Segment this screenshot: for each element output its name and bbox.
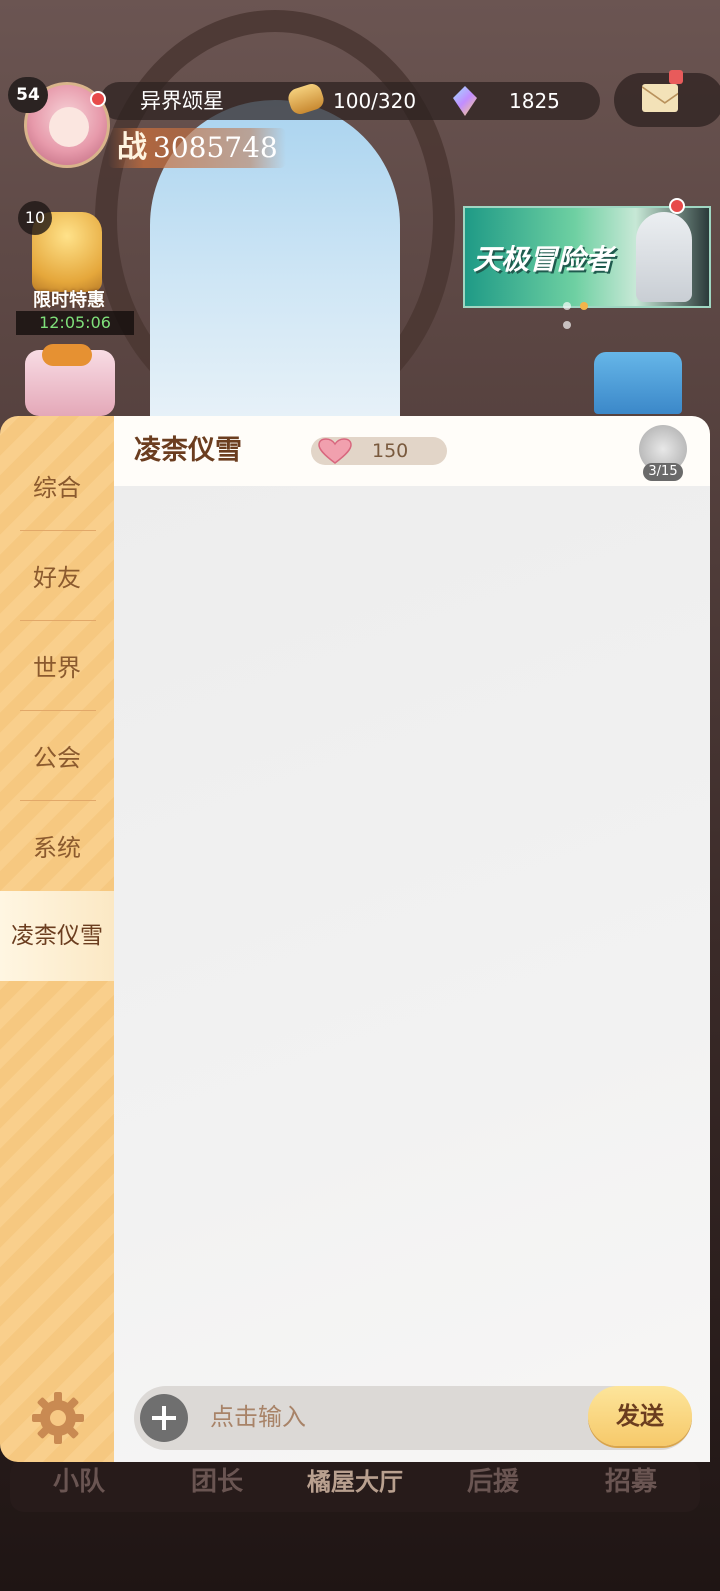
tab-divider <box>20 530 96 531</box>
settings-gear-icon[interactable] <box>30 1390 86 1446</box>
banner-dot[interactable] <box>563 321 571 329</box>
mail-icon <box>642 84 678 112</box>
tab-guild[interactable]: 公会 <box>0 713 114 803</box>
chat-title: 凌柰仪雪 <box>134 435 242 466</box>
bottom-nav: 小队 团长 橘屋大厅 后援 招募 <box>10 1460 700 1512</box>
tab-system[interactable]: 系统 <box>0 803 114 893</box>
cat-gift-box-icon[interactable] <box>594 352 682 414</box>
chat-input-placeholder[interactable]: 点击输入 <box>210 1400 306 1434</box>
tab-private-chat[interactable]: 凌柰仪雪 <box>0 891 124 981</box>
mail-gift-icon <box>669 70 683 84</box>
add-attachment-button[interactable] <box>140 1394 188 1442</box>
tab-divider <box>20 620 96 621</box>
limited-offer-label[interactable]: 限时特惠 <box>20 286 118 312</box>
nav-item-leader[interactable]: 团长 <box>148 1460 286 1512</box>
limited-offer-timer: 12:05:06 <box>16 311 134 335</box>
nav-item-support[interactable]: 后援 <box>424 1460 562 1512</box>
player-level-badge: 54 <box>8 77 48 113</box>
banner-pagination <box>563 295 613 329</box>
chat-channel-sidebar: 综合 好友 世界 公会 系统 凌柰仪雪 <box>0 416 124 1462</box>
stamina-value[interactable]: 100/320 <box>333 85 416 117</box>
tab-friends[interactable]: 好友 <box>0 533 114 623</box>
combat-power-value: 3085748 <box>153 131 278 164</box>
nav-item-hall[interactable]: 橘屋大厅 <box>286 1460 424 1512</box>
gift-bow-icon <box>42 344 92 366</box>
banner-character-icon <box>636 212 692 302</box>
banner-notification-dot <box>669 198 685 214</box>
gem-value[interactable]: 1825 <box>509 85 560 117</box>
affinity-value: 150 <box>372 440 409 462</box>
avatar-notification-dot <box>90 91 106 107</box>
send-button[interactable]: 发送 <box>588 1386 692 1446</box>
promo-level-badge: 10 <box>18 201 52 235</box>
banner-dot-active[interactable] <box>580 302 588 310</box>
tab-divider <box>20 710 96 711</box>
heart-icon <box>318 438 352 464</box>
tab-general[interactable]: 综合 <box>0 443 114 533</box>
chat-message-area[interactable] <box>114 486 710 1462</box>
avatar-face <box>49 107 89 147</box>
gift-count-badge: 3/15 <box>643 463 683 481</box>
event-banner-title: 天极冒险者 <box>473 243 614 276</box>
combat-power-label: 战 <box>117 130 147 165</box>
nav-item-recruit[interactable]: 招募 <box>562 1460 700 1512</box>
banner-dot[interactable] <box>563 302 571 310</box>
player-name: 异界颂星 <box>140 89 224 113</box>
tab-world[interactable]: 世界 <box>0 623 114 713</box>
nav-item-squad[interactable]: 小队 <box>10 1460 148 1512</box>
tab-divider <box>20 800 96 801</box>
